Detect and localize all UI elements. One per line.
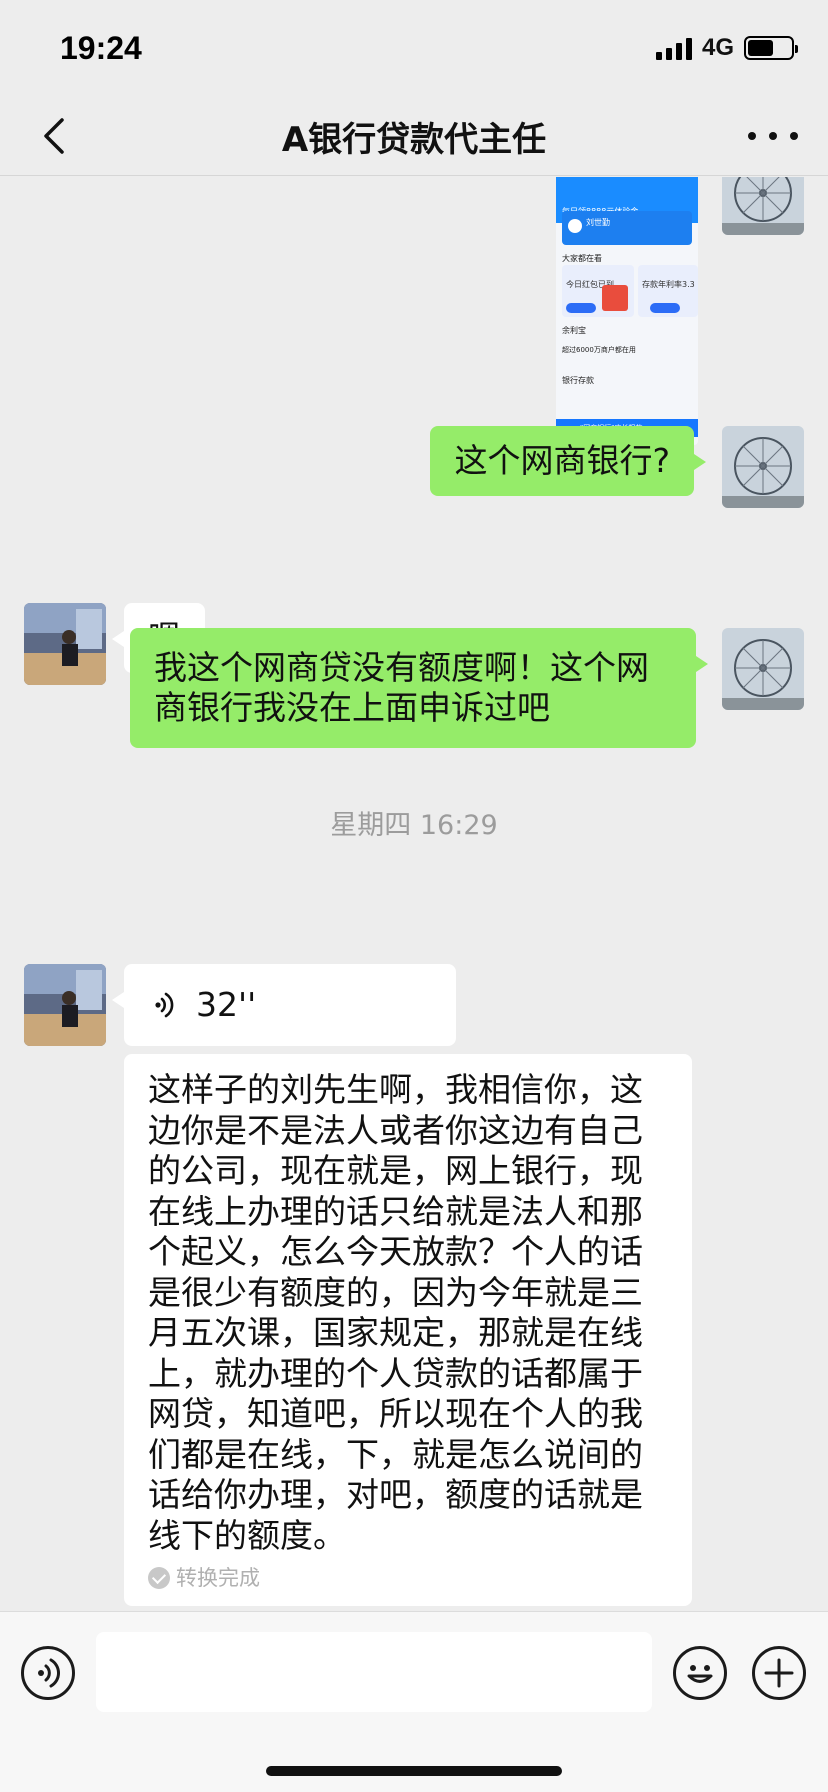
message-bubble-me[interactable]: 这个网商银行?: [430, 426, 706, 496]
person-avatar-icon: [24, 964, 106, 1046]
voice-transcript[interactable]: 这样子的刘先生啊，我相信你，这边你是不是法人或者你这边有自己的公司，现在就是，网…: [124, 1054, 692, 1606]
more-dots-icon[interactable]: [748, 114, 798, 158]
battery-icon: [744, 36, 798, 60]
thumb-box-2-text: 存款年利率3.3: [642, 280, 695, 289]
status-bar: 19:24 4G: [0, 0, 828, 96]
transcript-text: 这样子的刘先生啊，我相信你，这边你是不是法人或者你这边有自己的公司，现在就是，网…: [148, 1070, 643, 1555]
status-indicators: 4G: [655, 34, 798, 62]
voice-duration: 32'': [196, 985, 257, 1024]
message-bubble-me-long[interactable]: 我这个网商贷没有额度啊！这个网商银行我没在上面申诉过吧: [130, 628, 708, 748]
plus-icon[interactable]: [752, 1646, 806, 1700]
conversion-status-text: 转换完成: [176, 1566, 260, 1590]
thumb-section-3: 银行存款: [562, 376, 594, 385]
voice-wave-icon: [155, 992, 174, 1018]
shared-screenshot-image[interactable]: 每日领8888元体验金 刘世勤 大家都在看 今日红包已到 存款年利率3.3 余利…: [556, 177, 698, 445]
check-circle-icon: [148, 1567, 170, 1589]
contact-avatar[interactable]: [24, 964, 106, 1046]
nav-bar: A银行贷款代主任: [0, 96, 828, 176]
network-type: 4G: [701, 34, 734, 61]
emoji-icon[interactable]: [673, 1646, 727, 1700]
my-avatar[interactable]: [722, 177, 804, 235]
status-time: 19:24: [60, 30, 142, 66]
chat-title: A银行贷款代主任: [281, 120, 547, 160]
conversion-status: 转换完成: [148, 1564, 668, 1592]
voice-input-icon[interactable]: [21, 1646, 75, 1700]
thumb-card-name: 刘世勤: [586, 218, 610, 227]
person-avatar-icon: [24, 603, 106, 685]
thumb-line-2: 超过6000万商户都在用: [562, 346, 636, 354]
thumb-section-2: 余利宝: [562, 326, 586, 335]
voice-message-bubble[interactable]: 32'': [112, 964, 456, 1046]
contact-avatar[interactable]: [24, 603, 106, 685]
signal-icon: [655, 36, 692, 60]
ferris-wheel-avatar-icon: [722, 628, 804, 710]
message-text: 这个网商银行?: [454, 441, 670, 480]
home-indicator: [266, 1766, 562, 1776]
message-text: 我这个网商贷没有额度啊！这个网商银行我没在上面申诉过吧: [154, 648, 649, 727]
thumb-section-1: 大家都在看: [562, 254, 602, 263]
ferris-wheel-avatar-icon: [722, 177, 804, 235]
my-avatar[interactable]: [722, 628, 804, 710]
my-avatar[interactable]: [722, 426, 804, 508]
input-bar: [0, 1611, 828, 1792]
ferris-wheel-avatar-icon: [722, 426, 804, 508]
chat-timestamp: 星期四 16:29: [330, 810, 498, 841]
chat-area[interactable]: 每日领8888元体验金 刘世勤 大家都在看 今日红包已到 存款年利率3.3 余利…: [0, 177, 828, 1611]
message-input[interactable]: [96, 1632, 652, 1712]
